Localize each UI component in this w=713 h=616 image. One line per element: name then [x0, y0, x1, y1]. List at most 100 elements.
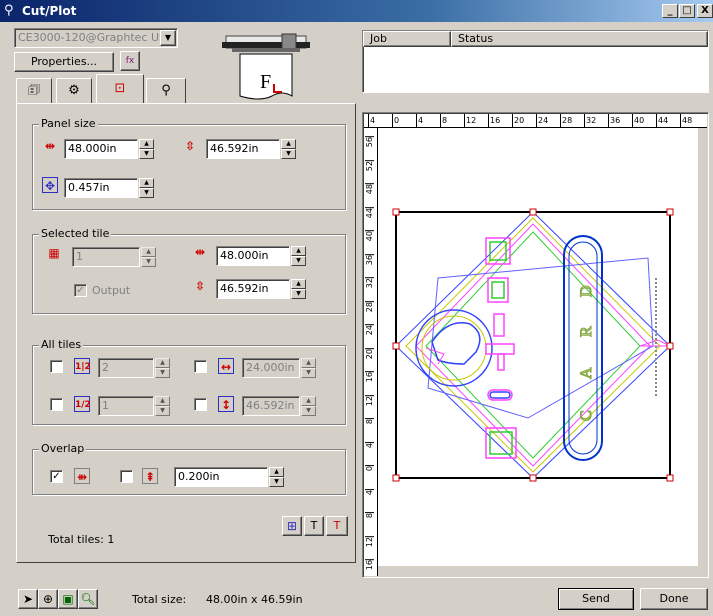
- properties-button[interactable]: Properties...: [14, 52, 114, 72]
- tile-height-input[interactable]: 46.592in: [216, 279, 290, 299]
- all-tile-width-input[interactable]: 24.000in: [242, 358, 300, 378]
- device-dropdown-arrow-icon[interactable]: ▼: [160, 30, 176, 46]
- v-ruler-tick: 12: [365, 535, 374, 547]
- h-ruler-tick: 12: [464, 114, 477, 127]
- tile-width-checkbox[interactable]: [194, 360, 207, 373]
- tab-registration[interactable]: ⚲: [146, 78, 186, 104]
- columns-icon: 1|2: [74, 358, 91, 374]
- h-ruler-tick: 48: [680, 114, 693, 127]
- plot-app-icon: ⚲: [4, 3, 14, 18]
- maximize-button[interactable]: □: [679, 4, 695, 18]
- close-button[interactable]: X: [697, 4, 713, 18]
- v-ruler-tick: 52: [365, 159, 374, 171]
- vertical-scrollbar[interactable]: [698, 128, 707, 566]
- pointer-tool-button[interactable]: ➤: [18, 589, 38, 609]
- zoom-fit-icon[interactable]: 🔍︎: [78, 589, 98, 609]
- tile-height-fixed-icon: ↕: [218, 396, 234, 412]
- device-select[interactable]: CE3000-120@Graphtec USB: [14, 28, 178, 48]
- v-ruler-tick: 56: [365, 136, 374, 148]
- tile-columns-spinner[interactable]: ▲ ▼: [154, 358, 170, 378]
- selection-frame: [395, 211, 671, 479]
- tile-width-input[interactable]: 48.000in: [216, 246, 290, 266]
- tab-blade[interactable]: ⚙: [56, 78, 92, 104]
- height-arrows-icon: ⇳: [184, 139, 196, 153]
- panel-height-spinner[interactable]: ▲ ▼: [280, 139, 296, 159]
- output-label: Output: [92, 284, 131, 297]
- v-ruler-tick: 8: [365, 418, 374, 425]
- panel-margin-input[interactable]: 0.457in: [64, 178, 138, 198]
- all-tile-height-input[interactable]: 46.592in: [242, 396, 300, 416]
- add-tile-button[interactable]: T: [304, 516, 324, 536]
- plotter-preview-icon: F: [222, 33, 310, 100]
- selected-tile-label: Selected tile: [39, 227, 112, 240]
- tile-width-spinner[interactable]: ▲ ▼: [290, 246, 306, 266]
- overlap-horizontal-checkbox[interactable]: ✓: [50, 470, 63, 483]
- overlap-horizontal-icon: ⇻: [74, 468, 90, 484]
- overlap-label: Overlap: [39, 442, 87, 455]
- margin-icon: ✥: [42, 177, 58, 193]
- v-ruler-tick: 4: [365, 488, 374, 495]
- h-ruler-tick: 36: [608, 114, 621, 127]
- zoom-page-icon[interactable]: ▣: [58, 589, 78, 609]
- rows-checkbox[interactable]: [50, 398, 63, 411]
- window-title: Cut/Plot: [22, 4, 77, 18]
- job-list[interactable]: Job Status: [362, 30, 709, 93]
- h-ruler-tick: 32: [584, 114, 597, 127]
- output-checkbox[interactable]: ✓: [74, 284, 87, 297]
- artwork-preview: D R A C: [392, 208, 674, 482]
- vertical-ruler[interactable]: 56 52 48 44 40 36 32 28 24 20 16 12 8 4 0 4 8 12 16: [364, 128, 378, 576]
- all-tile-width-spinner[interactable]: ▲ ▼: [300, 358, 316, 378]
- title-bar: ⚲ Cut/Plot _ □ X: [0, 0, 713, 22]
- job-column-header[interactable]: Job: [363, 31, 451, 47]
- total-size-label: Total size:: [132, 593, 187, 606]
- tile-columns-input[interactable]: 2: [98, 358, 154, 378]
- tile-rows-input[interactable]: 1: [98, 396, 154, 416]
- all-tile-height-spinner[interactable]: ▲ ▼: [300, 396, 316, 416]
- overlap-input[interactable]: 0.200in: [174, 467, 268, 487]
- panel-height-input[interactable]: 46.592in: [206, 139, 280, 159]
- total-tiles-label: Total tiles: 1: [48, 533, 115, 546]
- done-button[interactable]: Done: [640, 588, 708, 610]
- tab-tiling[interactable]: ⊡: [96, 74, 144, 104]
- panel-margin-spinner[interactable]: ▲ ▼: [138, 178, 154, 198]
- preview-canvas[interactable]: D R A C: [378, 128, 698, 566]
- overlap-vertical-checkbox[interactable]: [120, 470, 133, 483]
- send-button[interactable]: Send: [558, 588, 634, 610]
- media-settings-button[interactable]: fx: [120, 51, 140, 71]
- panel-width-spinner[interactable]: ▲ ▼: [138, 139, 154, 159]
- tile-rows-spinner[interactable]: ▲ ▼: [154, 396, 170, 416]
- reset-tiles-button[interactable]: T: [326, 516, 348, 536]
- status-column-header[interactable]: Status: [451, 31, 708, 47]
- h-ruler-tick: 4: [416, 114, 424, 127]
- tile-index-spinner[interactable]: ▲ ▼: [140, 247, 156, 267]
- panel-width-input[interactable]: 48.000in: [64, 139, 138, 159]
- all-tiles-label: All tiles: [39, 338, 84, 351]
- v-ruler-tick: 32: [365, 277, 374, 289]
- total-size-value: 48.00in x 46.59in: [206, 593, 303, 606]
- tile-layout-button[interactable]: ⊞: [282, 516, 302, 536]
- v-ruler-tick: 28: [365, 300, 374, 312]
- h-ruler-tick: 16: [488, 114, 501, 127]
- v-ruler-tick: 44: [365, 206, 374, 218]
- cols-checkbox[interactable]: [50, 360, 63, 373]
- v-ruler-tick: 20: [365, 347, 374, 359]
- v-ruler-tick: 4: [365, 441, 374, 448]
- overlap-spinner[interactable]: ▲ ▼: [268, 467, 284, 487]
- tile-height-checkbox[interactable]: [194, 398, 207, 411]
- horizontal-scrollbar[interactable]: [378, 566, 698, 576]
- h-ruler-tick: 40: [632, 114, 645, 127]
- rows-icon: 1/2: [74, 396, 91, 412]
- tile-height-spinner[interactable]: ▲ ▼: [290, 279, 306, 299]
- v-ruler-tick: 16: [365, 559, 374, 571]
- tab-weed[interactable]: 🗊: [16, 78, 52, 104]
- tile-width-fixed-icon: ↔: [218, 358, 234, 374]
- tile-index-input[interactable]: 1: [72, 247, 140, 267]
- v-ruler-tick: 12: [365, 394, 374, 406]
- zoom-in-icon[interactable]: ⊕: [38, 589, 58, 609]
- tile-height-icon: ⇳: [194, 279, 206, 293]
- h-ruler-tick: 28: [560, 114, 573, 127]
- horizontal-ruler[interactable]: 4 0 4 8 12 16 20 24 28 32 36 40 44 48: [364, 114, 707, 128]
- minimize-button[interactable]: _: [662, 4, 678, 18]
- v-ruler-tick: 16: [365, 371, 374, 383]
- h-ruler-tick: 24: [536, 114, 549, 127]
